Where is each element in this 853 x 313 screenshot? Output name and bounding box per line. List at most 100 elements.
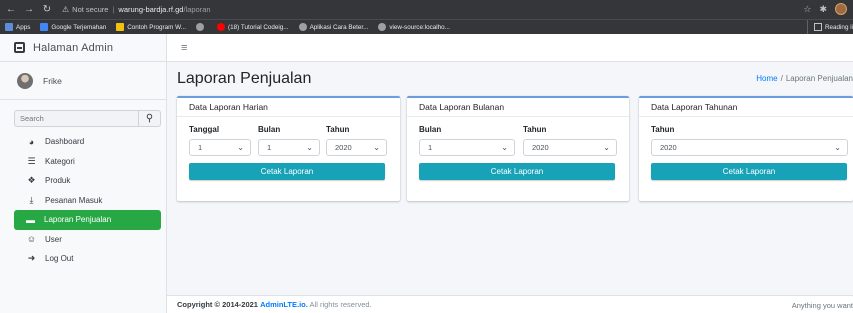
cetak-laporan-tahunan-button[interactable]: Cetak Laporan	[651, 163, 847, 180]
bulan-select[interactable]: 1 ⌄	[258, 139, 320, 156]
tahun-select[interactable]: 2020 ⌄	[523, 139, 617, 156]
sidebar-item-label: Log Out	[45, 254, 74, 264]
cetak-laporan-harian-button[interactable]: Cetak Laporan	[189, 163, 385, 180]
sidebar-item-label: Produk	[45, 176, 71, 186]
breadcrumb-separator: /	[780, 74, 783, 83]
sidebar-menu: ◕ Dashboard ☰ Kategori ❖ Produk ⤓ Pesanan Ma…	[0, 132, 166, 269]
bulan-label: Bulan	[419, 125, 442, 134]
card-laporan-tahunan: Data Laporan Tahunan Tahun 2020 ⌄ Cetak L…	[639, 96, 853, 201]
tahun-label: Tahun	[651, 125, 675, 134]
bookmarks-bar: Apps Google Terjemahan Contoh Program W.…	[0, 19, 853, 34]
sidebar-item-log-out[interactable]: ➜ Log Out	[15, 249, 161, 269]
cetak-laporan-bulanan-button[interactable]: Cetak Laporan	[419, 163, 615, 180]
bulan-label: Bulan	[258, 125, 281, 134]
forward-arrow-icon[interactable]: →	[22, 4, 36, 15]
download-icon: ⤓	[29, 194, 34, 205]
tahun-select[interactable]: 2020 ⌄	[326, 139, 387, 156]
chevron-down-icon: ⌄	[603, 143, 610, 152]
tahun-label: Tahun	[523, 125, 547, 134]
bulan-select[interactable]: 1 ⌄	[419, 139, 515, 156]
card-laporan-harian: Data Laporan Harian Tanggal Bulan Tahun …	[177, 96, 400, 201]
lightning-icon	[116, 23, 125, 31]
card-title: Data Laporan Bulanan	[407, 98, 629, 117]
globe-icon	[378, 23, 387, 31]
back-arrow-icon[interactable]: ←	[4, 4, 18, 15]
report-icon: ▬	[26, 214, 35, 225]
sidebar-item-user[interactable]: ☺ User	[15, 230, 161, 250]
bookmark-tutorial[interactable]: (18) Tutorial Codeig...	[217, 23, 289, 31]
chevron-down-icon: ⌄	[306, 143, 313, 152]
sidebar-item-produk[interactable]: ❖ Produk	[15, 171, 161, 191]
warning-icon: ⚠	[62, 5, 70, 14]
copyright-text: Copyright © 2014-2021 AdminLTE.io. All r…	[177, 300, 372, 309]
bookmark-contoh-program[interactable]: Contoh Program W...	[116, 23, 186, 31]
sidebar-search: ⚲	[14, 110, 161, 127]
breadcrumb-current: Laporan Penjualan	[785, 74, 853, 83]
reading-list-icon	[813, 23, 822, 31]
apps-grid-icon	[5, 23, 13, 31]
adminlte-link[interactable]: AdminLTE.io.	[260, 300, 308, 309]
content-header: Laporan Penjualan Home / Laporan Penjualan	[167, 62, 853, 96]
chevron-down-icon: ⌄	[237, 143, 244, 152]
browser-toolbar: ← → ↻ ⚠ Not secure | warung-bardja.rf.gd…	[0, 0, 853, 19]
bookmark-aplikasi[interactable]: Aplikasi Cara Beter...	[298, 23, 368, 31]
bookmark-globe[interactable]	[196, 23, 207, 31]
not-secure-label: Not secure	[72, 5, 109, 14]
users-icon: ☺	[26, 234, 37, 245]
breadcrumb-home-link[interactable]: Home	[756, 74, 777, 83]
brand-logo-icon	[14, 42, 25, 53]
sign-out-icon: ➜	[27, 253, 36, 264]
card-title: Data Laporan Tahunan	[639, 98, 853, 117]
sidebar-item-pesanan-masuk[interactable]: ⤓ Pesanan Masuk	[15, 191, 161, 211]
chevron-down-icon: ⌄	[834, 143, 841, 152]
main-footer: Copyright © 2014-2021 AdminLTE.io. All r…	[167, 295, 853, 313]
avatar	[17, 72, 33, 89]
sidebar-item-label: Laporan Penjualan	[44, 215, 112, 225]
tahun-label: Tahun	[326, 125, 350, 134]
footer-right-text: Anything you want	[791, 301, 853, 310]
tanggal-label: Tanggal	[189, 125, 220, 134]
sidebar-item-label: User	[45, 234, 62, 244]
globe-icon	[196, 23, 204, 31]
sidebar-item-label: Pesanan Masuk	[45, 195, 103, 205]
address-bar[interactable]: ⚠ Not secure | warung-bardja.rf.gd/lapor…	[62, 2, 211, 17]
profile-avatar-icon[interactable]	[835, 3, 847, 15]
bookmark-google-translate[interactable]: Google Terjemahan	[40, 23, 106, 31]
search-input[interactable]	[15, 111, 138, 126]
hamburger-menu-icon[interactable]: ≡	[181, 42, 187, 54]
sidebar-item-label: Dashboard	[45, 137, 85, 147]
chevron-down-icon: ⌄	[373, 143, 380, 152]
bookmark-star-icon[interactable]: ☆	[803, 4, 811, 15]
sidebar-item-label: Kategori	[45, 156, 75, 166]
tachometer-icon: ◕	[28, 136, 35, 147]
sidebar-item-laporan-penjualan[interactable]: ▬ Laporan Penjualan	[14, 210, 161, 230]
address-separator: |	[112, 5, 115, 14]
bookmark-view-source[interactable]: view-source:localho...	[378, 23, 450, 31]
brand-title: Halaman Admin	[33, 41, 114, 54]
chevron-down-icon: ⌄	[501, 143, 508, 152]
breadcrumb: Home / Laporan Penjualan	[756, 74, 853, 83]
url-path: /laporan	[183, 5, 211, 14]
google-translate-icon	[40, 23, 49, 31]
search-icon[interactable]: ⚲	[138, 111, 160, 126]
brand-link[interactable]: Halaman Admin	[0, 34, 166, 62]
user-panel[interactable]: Frike	[0, 62, 166, 100]
user-name: Frike	[43, 75, 62, 86]
extensions-icon[interactable]: ✱	[819, 4, 827, 15]
sidebar-item-kategori[interactable]: ☰ Kategori	[15, 152, 161, 172]
cubes-icon: ❖	[27, 175, 36, 186]
reading-list-button[interactable]: Reading li	[806, 20, 853, 34]
tanggal-select[interactable]: 1 ⌄	[189, 139, 251, 156]
tahun-select[interactable]: 2020 ⌄	[651, 139, 848, 156]
reload-icon[interactable]: ↻	[40, 4, 54, 15]
list-icon: ☰	[27, 155, 36, 166]
sidebar-item-dashboard[interactable]: ◕ Dashboard	[15, 132, 161, 152]
main-navbar: ≡	[167, 34, 853, 62]
card-title: Data Laporan Harian	[177, 98, 400, 117]
bookmark-apps[interactable]: Apps	[5, 23, 30, 31]
url-host: warung-bardja.rf.gd	[118, 5, 184, 14]
card-laporan-bulanan: Data Laporan Bulanan Bulan Tahun 1 ⌄ 2020…	[407, 96, 629, 201]
page-title: Laporan Penjualan	[177, 70, 312, 87]
youtube-icon	[217, 23, 225, 31]
circle-icon	[298, 23, 307, 31]
